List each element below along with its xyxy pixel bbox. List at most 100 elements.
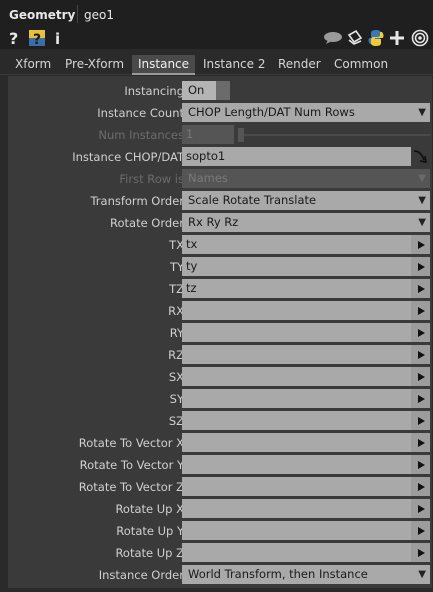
param-num-instances: Num Instances 1 [8, 124, 432, 146]
rotate-to-vector-y-field[interactable] [182, 455, 411, 474]
param-label: Instancing [124, 84, 184, 98]
info-icon[interactable]: i [53, 29, 63, 47]
rotate-up-y-field[interactable] [182, 521, 411, 540]
play-arrow-icon[interactable] [411, 279, 430, 298]
play-arrow-icon[interactable] [411, 389, 430, 408]
param-rotate-to-vector-z: Rotate To Vector Z [8, 476, 432, 498]
param-rotate-up-z: Rotate Up Z [8, 542, 432, 564]
instancing-toggle-off[interactable] [216, 81, 230, 100]
python-help-icon[interactable]: ? [28, 29, 46, 47]
chevron-down-icon: ▼ [418, 195, 426, 206]
parameter-tabs: Xform Pre-Xform Instance Instance 2 Rend… [0, 52, 433, 75]
param-rotate-order: Rotate Order Rx Ry Rz ▼ [8, 212, 432, 234]
sy-field[interactable] [182, 389, 411, 408]
rz-field[interactable] [182, 345, 411, 364]
param-sy: SY [8, 388, 432, 410]
tab-common[interactable]: Common [328, 55, 394, 73]
play-arrow-icon[interactable] [411, 301, 430, 320]
rotate-to-vector-z-field[interactable] [182, 477, 411, 496]
tz-field[interactable]: tz [182, 279, 411, 298]
comment-icon[interactable] [323, 29, 343, 47]
param-instance-order: Instance Order World Transform, then Ins… [8, 564, 432, 586]
param-rotate-to-vector-x: Rotate To Vector X [8, 432, 432, 454]
toolbar: ? ? i [0, 27, 433, 49]
instance-order-menu[interactable]: World Transform, then Instance ▼ [182, 565, 430, 584]
ry-field[interactable] [182, 323, 411, 342]
play-arrow-icon[interactable] [411, 433, 430, 452]
rotate-up-z-field[interactable] [182, 543, 411, 562]
play-arrow-icon[interactable] [411, 455, 430, 474]
param-instance-chop: Instance CHOP/DAT sopto1 [8, 146, 432, 168]
ty-field[interactable]: ty [182, 257, 411, 276]
play-arrow-icon[interactable] [411, 543, 430, 562]
target-icon[interactable] [411, 29, 429, 47]
param-rotate-up-x: Rotate Up X [8, 498, 432, 520]
sz-field[interactable] [182, 411, 411, 430]
play-arrow-icon[interactable] [411, 477, 430, 496]
param-ty: TY ty [8, 256, 432, 278]
param-label: Instance CHOP/DAT [72, 150, 184, 164]
parameter-panel: Instancing On Instance Count CHOP Length… [8, 76, 432, 588]
menu-value: World Transform, then Instance [188, 567, 368, 581]
param-label: Rotate To Vector X [78, 436, 184, 450]
play-arrow-icon[interactable] [411, 411, 430, 430]
rotate-up-x-field[interactable] [182, 499, 411, 518]
play-arrow-icon[interactable] [411, 235, 430, 254]
menu-value: CHOP Length/DAT Num Rows [188, 105, 355, 119]
rotate-order-menu[interactable]: Rx Ry Rz ▼ [182, 213, 430, 232]
tab-xform[interactable]: Xform [9, 55, 57, 73]
tab-instance[interactable]: Instance [132, 55, 196, 75]
add-icon[interactable] [389, 29, 405, 47]
num-instances-slider-track [238, 134, 430, 136]
svg-text:?: ? [33, 32, 41, 47]
param-rotate-to-vector-y: Rotate To Vector Y [8, 454, 432, 476]
param-rotate-up-y: Rotate Up Y [8, 520, 432, 542]
param-label: Rotate Order [110, 216, 184, 230]
operator-browse-icon[interactable] [411, 147, 430, 166]
play-arrow-icon[interactable] [411, 521, 430, 540]
play-arrow-icon[interactable] [411, 367, 430, 386]
param-tx: TX tx [8, 234, 432, 256]
param-label: Instance Order [98, 568, 184, 582]
instancing-toggle[interactable]: On [182, 81, 216, 100]
tab-instance-2[interactable]: Instance 2 [197, 55, 272, 73]
chevron-down-icon: ▼ [418, 569, 426, 580]
menu-value: Names [188, 171, 228, 185]
instance-count-menu[interactable]: CHOP Length/DAT Num Rows ▼ [182, 103, 430, 122]
play-arrow-icon[interactable] [411, 345, 430, 364]
play-arrow-icon[interactable] [411, 257, 430, 276]
python-icon[interactable] [367, 29, 385, 47]
operator-name[interactable]: geo1 [84, 8, 114, 22]
tab-render[interactable]: Render [272, 55, 327, 73]
param-label: First Row is [119, 172, 184, 186]
help-icon[interactable]: ? [8, 29, 20, 47]
param-label: Instance Count [97, 106, 184, 120]
chevron-down-icon: ▼ [418, 217, 426, 228]
param-label: Rotate Up Z [115, 546, 184, 560]
menu-value: Scale Rotate Translate [188, 193, 317, 207]
rx-field[interactable] [182, 301, 411, 320]
param-instance-count: Instance Count CHOP Length/DAT Num Rows … [8, 102, 432, 124]
num-instances-field: 1 [182, 125, 234, 144]
title-bar: Geometry geo1 [0, 0, 433, 27]
play-arrow-icon[interactable] [411, 323, 430, 342]
tx-field[interactable]: tx [182, 235, 411, 254]
operator-type: Geometry [9, 8, 76, 22]
instance-chop-field[interactable]: sopto1 [182, 147, 411, 166]
clone-icon[interactable] [346, 29, 364, 47]
param-label: Num Instances [98, 128, 184, 142]
param-rz: RZ [8, 344, 432, 366]
sx-field[interactable] [182, 367, 411, 386]
param-label: Rotate Up X [115, 502, 184, 516]
param-first-row-is: First Row is Names ▼ [8, 168, 432, 190]
transform-order-menu[interactable]: Scale Rotate Translate ▼ [182, 191, 430, 210]
play-arrow-icon[interactable] [411, 499, 430, 518]
param-label: Rotate Up Y [116, 524, 184, 538]
param-rx: RX [8, 300, 432, 322]
param-sz: SZ [8, 410, 432, 432]
rotate-to-vector-x-field[interactable] [182, 433, 411, 452]
tab-pre-xform[interactable]: Pre-Xform [59, 55, 130, 73]
param-label: Rotate To Vector Y [79, 458, 184, 472]
param-tz: TZ tz [8, 278, 432, 300]
param-label: Transform Order [90, 194, 184, 208]
